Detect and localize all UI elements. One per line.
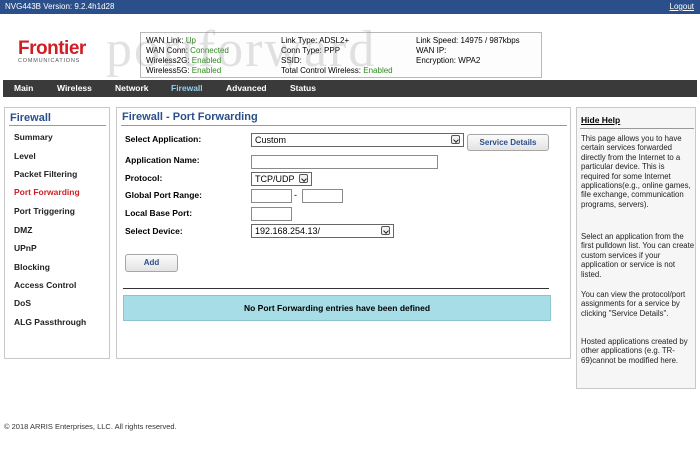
sidebar: Firewall Summary Level Packet Filtering … xyxy=(4,107,110,359)
frontier-logo: Frontier COMMUNICATIONS xyxy=(18,38,108,80)
device-select-value: 192.168.254.13/ xyxy=(255,226,321,236)
help-panel: Hide Help This page allows you to have c… xyxy=(576,107,696,389)
protocol-label: Protocol: xyxy=(125,173,163,183)
sidebar-item-dos[interactable]: DoS xyxy=(14,298,31,308)
title-divider xyxy=(121,125,567,126)
nav-firewall[interactable]: Firewall xyxy=(171,83,203,93)
sidebar-item-port-triggering[interactable]: Port Triggering xyxy=(14,206,75,216)
sidebar-item-dmz[interactable]: DMZ xyxy=(14,225,32,235)
range-separator: - xyxy=(294,190,297,200)
logo-brand: Frontier xyxy=(18,38,86,59)
status-row: Link Speed: 14975 / 987kbps xyxy=(416,36,520,45)
global-port-start-input[interactable] xyxy=(251,189,292,203)
status-row: WAN IP: xyxy=(416,46,447,55)
top-bar: NVG443B Version: 9.2.4h1d28 Logout xyxy=(0,0,700,14)
sidebar-title: Firewall xyxy=(10,112,51,124)
help-divider xyxy=(580,128,694,129)
application-name-label: Application Name: xyxy=(125,155,200,165)
status-panel: WAN Link: Up WAN Conn: Connected Wireles… xyxy=(140,32,542,78)
main-nav: Main Wireless Network Firewall Advanced … xyxy=(3,80,697,97)
chevron-down-icon xyxy=(299,174,308,183)
sidebar-item-upnp[interactable]: UPnP xyxy=(14,243,37,253)
nav-advanced[interactable]: Advanced xyxy=(226,83,267,93)
firmware-version: NVG443B Version: 9.2.4h1d28 xyxy=(5,2,115,11)
nav-wireless[interactable]: Wireless xyxy=(57,83,92,93)
select-device-label: Select Device: xyxy=(125,226,183,236)
help-paragraph: You can view the protocol/port assignmen… xyxy=(581,290,686,318)
chevron-down-icon xyxy=(451,135,460,144)
status-column-1: WAN Link: Up WAN Conn: Connected Wireles… xyxy=(146,36,229,76)
port-forwarding-panel: Firewall - Port Forwarding Select Applic… xyxy=(116,107,571,359)
sidebar-item-packet-filtering[interactable]: Packet Filtering xyxy=(14,169,77,179)
global-port-end-input[interactable] xyxy=(302,189,343,203)
application-select-value: Custom xyxy=(255,135,287,145)
select-application-label: Select Application: xyxy=(125,134,202,144)
protocol-select[interactable]: TCP/UDP xyxy=(251,172,312,186)
application-select[interactable]: Custom xyxy=(251,133,464,147)
help-paragraph: Hosted applications created by other app… xyxy=(581,337,688,365)
nav-status[interactable]: Status xyxy=(290,83,316,93)
page-title: Firewall - Port Forwarding xyxy=(122,111,258,123)
status-row: Conn Type: PPP xyxy=(281,46,341,55)
status-column-2: Link Type: ADSL2+ Conn Type: PPP SSID: T… xyxy=(281,36,393,76)
status-row: SSID: xyxy=(281,56,302,65)
section-divider xyxy=(123,288,549,289)
sidebar-divider xyxy=(9,125,106,126)
device-select[interactable]: 192.168.254.13/ xyxy=(251,224,394,238)
protocol-select-value: TCP/UDP xyxy=(255,174,295,184)
sidebar-item-summary[interactable]: Summary xyxy=(14,132,53,142)
application-name-input[interactable] xyxy=(251,155,438,169)
sidebar-item-port-forwarding[interactable]: Port Forwarding xyxy=(14,187,80,197)
service-details-button[interactable]: Service Details xyxy=(467,134,549,151)
status-column-3: Link Speed: 14975 / 987kbps WAN IP: Encr… xyxy=(416,36,520,66)
local-base-port-label: Local Base Port: xyxy=(125,208,193,218)
status-row: WAN Link: Up xyxy=(146,36,196,45)
global-port-range-label: Global Port Range: xyxy=(125,190,202,200)
empty-table-message: No Port Forwarding entries have been def… xyxy=(123,295,551,321)
local-base-port-input[interactable] xyxy=(251,207,292,221)
sidebar-item-blocking[interactable]: Blocking xyxy=(14,262,50,272)
add-button[interactable]: Add xyxy=(125,254,178,272)
chevron-down-icon xyxy=(381,226,390,235)
logout-link[interactable]: Logout xyxy=(670,2,694,11)
status-row: WAN Conn: Connected xyxy=(146,46,229,55)
header: Frontier COMMUNICATIONS WAN Link: Up WAN… xyxy=(0,14,700,80)
hide-help-link[interactable]: Hide Help xyxy=(581,115,620,125)
logo-subtitle: COMMUNICATIONS xyxy=(18,58,81,64)
help-paragraph: Select an application from the first pul… xyxy=(581,232,695,279)
sidebar-item-level[interactable]: Level xyxy=(14,151,36,161)
help-paragraph: This page allows you to have certain ser… xyxy=(581,134,691,209)
nav-network[interactable]: Network xyxy=(115,83,149,93)
status-row: Wireless5G: Enabled xyxy=(146,66,222,75)
sidebar-item-access-control[interactable]: Access Control xyxy=(14,280,76,290)
footer-copyright: © 2018 ARRIS Enterprises, LLC. All right… xyxy=(4,422,177,431)
status-row: Link Type: ADSL2+ xyxy=(281,36,350,45)
sidebar-item-alg-passthrough[interactable]: ALG Passthrough xyxy=(14,317,86,327)
status-row: Total Control Wireless: Enabled xyxy=(281,66,393,75)
nav-main[interactable]: Main xyxy=(14,83,33,93)
status-row: Wireless2G: Enabled xyxy=(146,56,222,65)
status-row: Encryption: WPA2 xyxy=(416,56,481,65)
